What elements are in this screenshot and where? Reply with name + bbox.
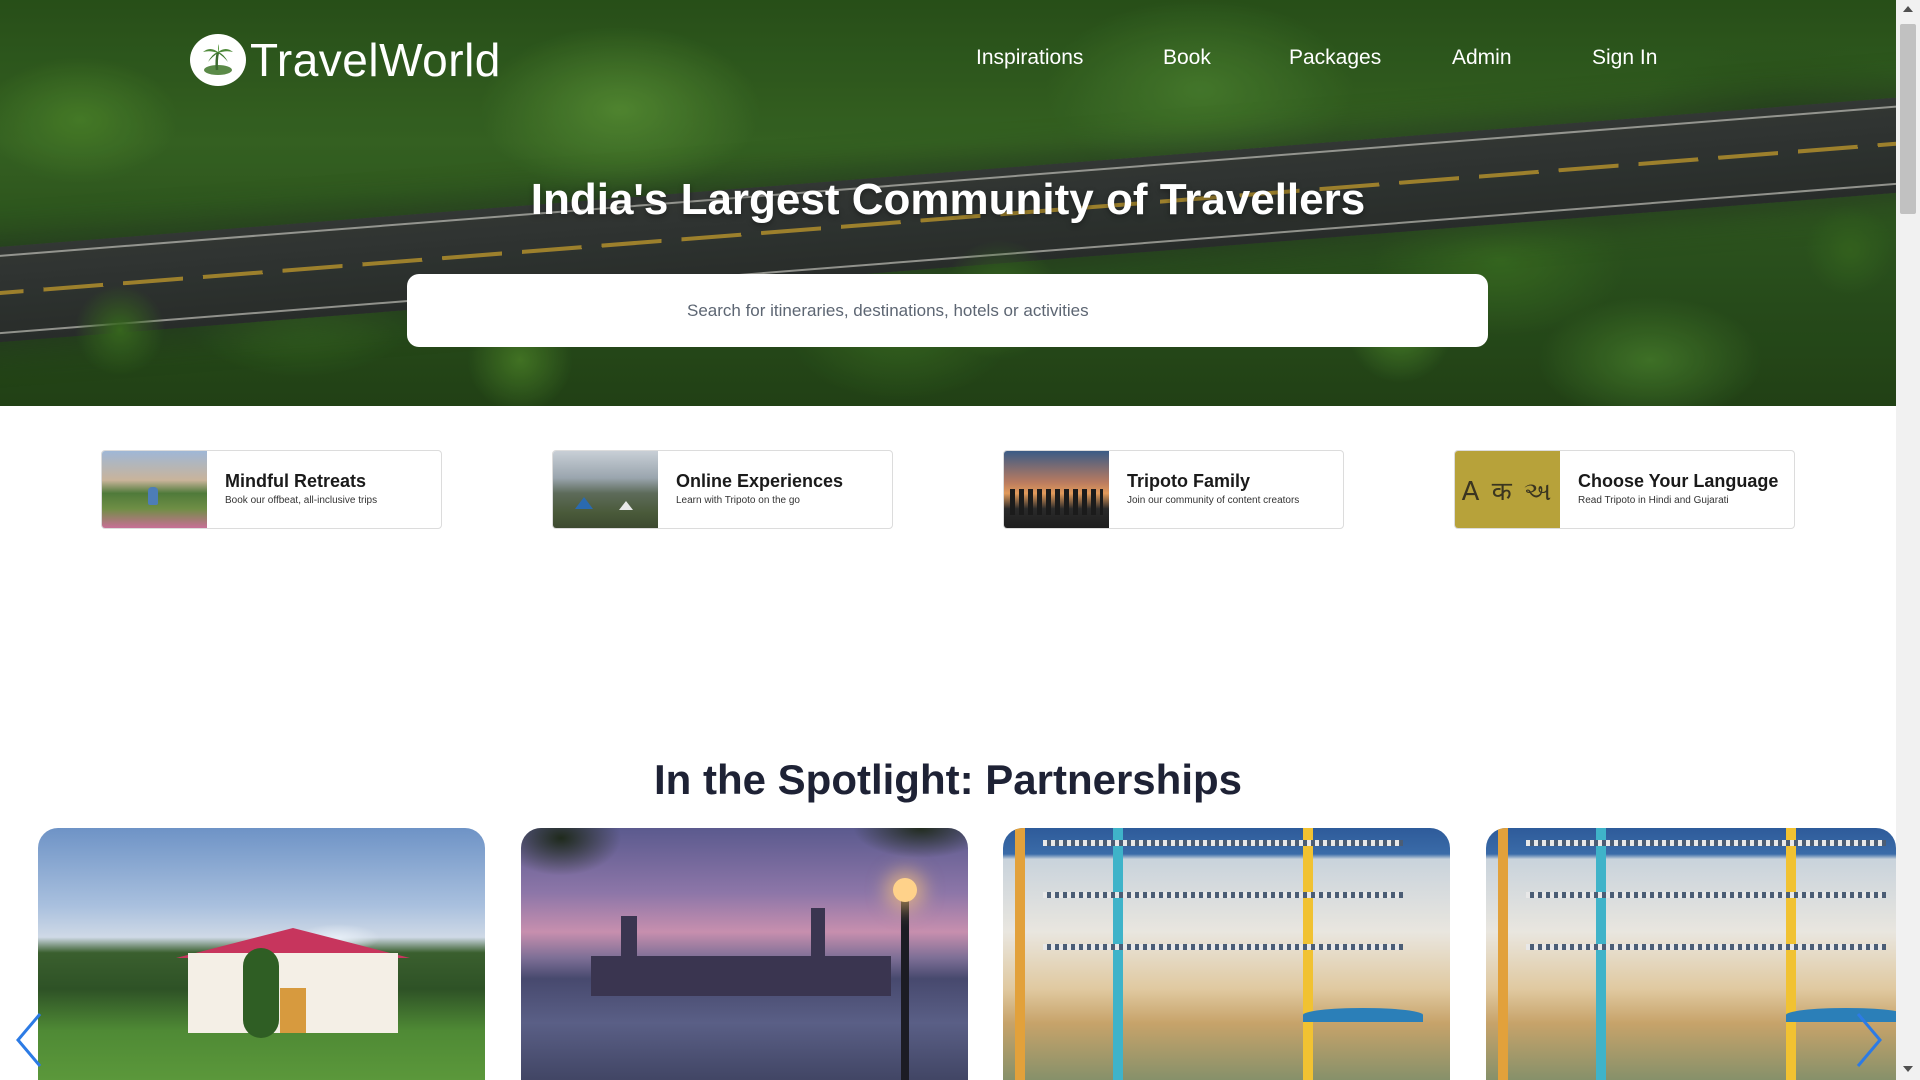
feature-card-choose-language[interactable]: A क અ Choose Your Language Read Tripoto … [1454, 450, 1795, 529]
scroll-up-icon[interactable] [1903, 6, 1913, 12]
mindful-retreats-thumbnail [102, 451, 207, 528]
page-scrollbar[interactable] [1896, 0, 1920, 1080]
hero-title: India's Largest Community of Travellers [530, 175, 1366, 224]
nav-item-book[interactable]: Book [1163, 40, 1211, 76]
nav-item-inspirations[interactable]: Inspirations [976, 40, 1083, 76]
carousel-next-button[interactable] [1852, 1010, 1886, 1070]
nav-item-sign-in[interactable]: Sign In [1592, 40, 1657, 76]
scroll-thumb[interactable] [1900, 24, 1916, 214]
language-thumbnail: A क અ [1455, 451, 1560, 528]
spotlight-card[interactable] [521, 828, 968, 1080]
feature-subtitle: Learn with Tripoto on the go [676, 495, 800, 506]
feature-title: Online Experiences [676, 471, 844, 491]
nav-item-admin[interactable]: Admin [1452, 40, 1512, 76]
spotlight-card[interactable] [38, 828, 485, 1080]
chevron-left-icon [16, 1013, 42, 1067]
feature-subtitle: Join our community of content creators [1127, 495, 1300, 506]
brand-name: TravelWorld [250, 34, 501, 86]
spotlight-heading: In the Spotlight: Partnerships [653, 756, 1243, 803]
feature-title: Mindful Retreats [225, 471, 367, 491]
feature-title: Tripoto Family [1127, 471, 1251, 491]
feature-card-mindful-retreats[interactable]: Mindful Retreats Book our offbeat, all-i… [101, 450, 442, 529]
search-input[interactable] [407, 274, 1488, 347]
spotlight-card[interactable] [1486, 828, 1896, 1080]
feature-subtitle: Read Tripoto in Hindi and Gujarati [1578, 495, 1729, 506]
feature-card-online-experiences[interactable]: Online Experiences Learn with Tripoto on… [552, 450, 893, 529]
spotlight-card[interactable] [1003, 828, 1450, 1080]
feature-subtitle: Book our offbeat, all-inclusive trips [225, 495, 378, 506]
hero-banner: TravelWorld Inspirations Book Packages A… [0, 0, 1896, 406]
language-glyphs: A क અ [1461, 476, 1554, 507]
brand-logo[interactable]: TravelWorld [190, 34, 501, 86]
carousel-prev-button[interactable] [12, 1010, 46, 1070]
feature-card-tripoto-family[interactable]: Tripoto Family Join our community of con… [1003, 450, 1344, 529]
nav-item-packages[interactable]: Packages [1289, 40, 1381, 76]
online-experiences-thumbnail [553, 451, 658, 528]
palm-tree-icon [190, 34, 246, 86]
scroll-down-icon[interactable] [1903, 1066, 1913, 1072]
tripoto-family-thumbnail [1004, 451, 1109, 528]
feature-title: Choose Your Language [1578, 471, 1779, 491]
chevron-right-icon [1856, 1013, 1882, 1067]
